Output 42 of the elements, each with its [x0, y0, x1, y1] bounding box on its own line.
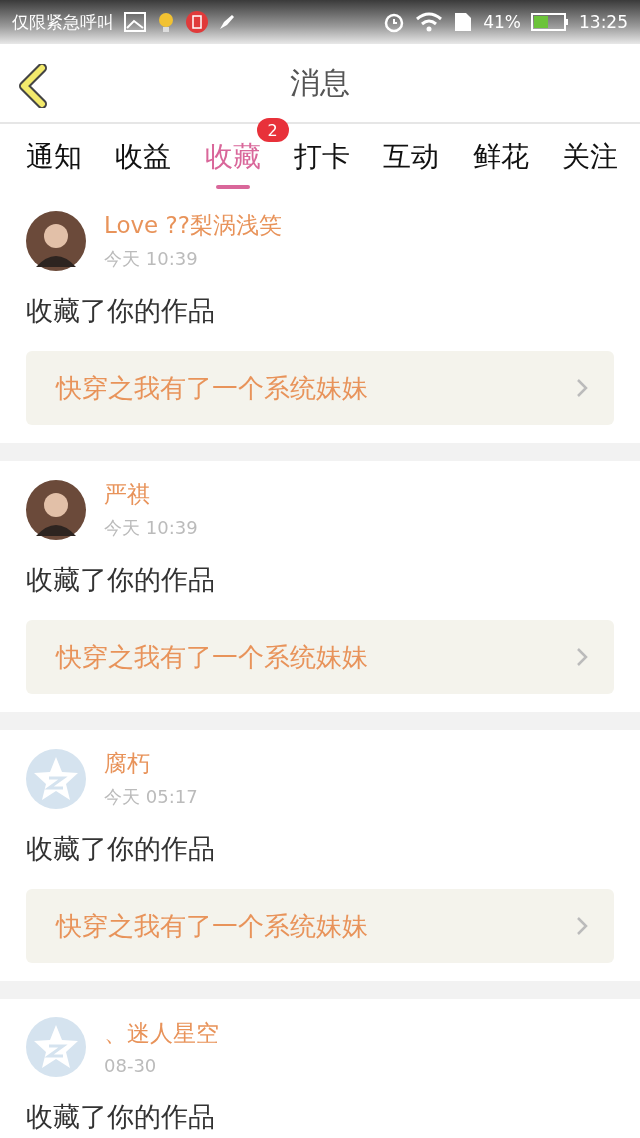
carrier-text: 仅限紧急呼叫 [12, 10, 114, 34]
count-badge: 2 [256, 118, 289, 142]
wifi-icon [415, 11, 444, 33]
user-name[interactable]: Love ??梨涡浅笑 [104, 210, 282, 241]
page-title: 消息 [290, 63, 350, 102]
avatar-icon [26, 479, 86, 540]
clock-time: 13:25 [579, 12, 628, 32]
work-link[interactable]: 快穿之我有了一个系统妹妹 [26, 889, 614, 963]
avatar-icon [26, 748, 86, 809]
work-link[interactable]: 快穿之我有了一个系统妹妹 [26, 351, 614, 425]
chevron-right-icon [576, 916, 588, 936]
back-icon[interactable] [18, 64, 50, 108]
user-name[interactable]: 腐朽 [104, 748, 198, 779]
sim-icon [453, 11, 474, 33]
alarm-icon [383, 11, 406, 33]
battery-icon [531, 12, 569, 32]
tab[interactable]: 通知 [26, 138, 82, 176]
message-time: 今天 10:39 [104, 247, 199, 271]
message-text: 收藏了你的作品 [26, 832, 216, 866]
tab-underline [215, 185, 250, 189]
message-text: 收藏了你的作品 [26, 294, 216, 328]
avatar-icon [26, 210, 86, 271]
battery-percent: 41% [483, 12, 521, 32]
work-link[interactable]: 快穿之我有了一个系统妹妹 [26, 620, 614, 694]
bulb-icon [156, 11, 176, 33]
tab[interactable]: 鲜花 [472, 138, 529, 176]
battery-alert-icon [186, 11, 208, 33]
message-time: 08-30 [104, 1055, 158, 1076]
user-name[interactable]: 、迷人星空 [104, 1018, 219, 1049]
message-time: 今天 05:17 [104, 785, 198, 809]
image-icon [124, 12, 146, 32]
chevron-right-icon [576, 647, 588, 667]
chevron-right-icon [576, 378, 588, 398]
avatar-icon [26, 1017, 86, 1077]
message-text: 收藏了你的作品 [26, 563, 216, 597]
tab[interactable]: 互动 [383, 138, 440, 176]
tab[interactable]: 打卡 [294, 138, 350, 176]
message-time: 今天 10:39 [104, 516, 198, 540]
message-text: 收藏了你的作品 [26, 1100, 216, 1134]
tab[interactable]: 收益 [115, 138, 172, 176]
user-name[interactable]: 严祺 [104, 479, 198, 510]
tab[interactable]: 关注 [561, 138, 618, 176]
